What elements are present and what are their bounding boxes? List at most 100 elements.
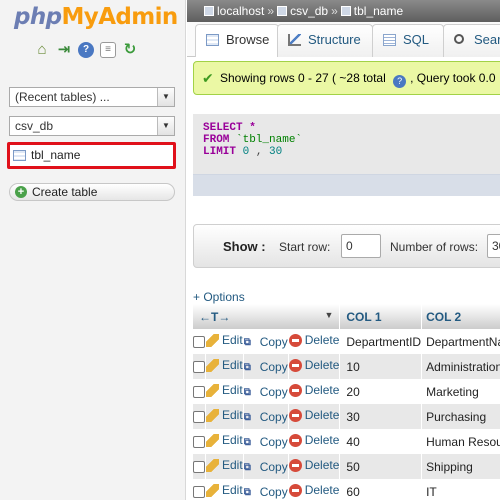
edit-button[interactable]: Edit [206,458,242,472]
reload-icon[interactable]: ↻ [122,42,138,58]
cell-col2[interactable]: Human Resources [421,429,500,454]
copy-icon: ⧉ [243,461,251,473]
delete-label: Delete [304,358,340,373]
help-icon[interactable]: ? [78,42,94,58]
table-row: Edit⧉ Copy DeleteDepartmentIDDepartmentNam… [193,329,500,354]
edit-button[interactable]: Edit [206,358,242,372]
sort-down-icon[interactable]: ▼ [324,310,333,320]
row-checkbox-cell [193,379,206,404]
copy-cell: ⧉ Copy [243,404,289,429]
options-link[interactable]: + Options [193,290,245,304]
copy-label: Copy [259,410,288,425]
copy-cell: ⧉ Copy [243,354,289,379]
cell-col1[interactable]: 20 [339,379,423,404]
docs-icon[interactable]: ≡ [100,42,116,58]
sidebar-item-table[interactable]: tbl_name [7,142,176,169]
copy-button[interactable]: ⧉ Copy [244,385,288,399]
copy-button[interactable]: ⧉ Copy [244,485,288,499]
delete-button[interactable]: Delete [288,408,340,423]
row-checkbox[interactable] [193,336,205,349]
delete-button[interactable]: Delete [288,433,339,447]
copy-button[interactable]: ⧉ Copy [244,460,288,474]
edit-button[interactable]: Edit [206,483,242,497]
cell-col1[interactable]: 30 [339,404,423,429]
cell-col2[interactable]: IT [421,479,500,500]
breadcrumb-server[interactable]: localhost [217,4,264,18]
delete-cell: Delete [288,429,341,454]
sidebar-item-label: tbl_name [31,148,81,162]
cell-col2[interactable]: Marketing [421,379,500,404]
breadcrumb-db[interactable]: csv_db [290,4,328,18]
column-arrows[interactable]: ←T→ [193,310,230,324]
table-icon [13,150,26,161]
cell-col1[interactable]: 40 [339,429,423,454]
tab-structure[interactable]: Structure [277,24,373,57]
delete-button[interactable]: Delete [288,458,340,473]
tab-search[interactable]: Search [443,24,500,57]
recent-tables-select[interactable]: (Recent tables) ... ▼ [9,87,175,107]
delete-button[interactable]: Delete [288,483,339,497]
delete-button[interactable]: Delete [288,333,339,347]
cell-col2[interactable]: Purchasing [421,404,500,429]
delete-icon [288,358,302,372]
phpmyadmin-logo[interactable]: phpMyAdmin [14,3,178,31]
delete-cell: Delete [288,454,341,479]
home-icon[interactable]: ⌂ [34,42,50,58]
results-table: ←T→ ▼ COL 1 COL 2 Edit ⧉ Copy Delete Departm… [193,304,500,500]
edit-label: Edit [222,333,243,348]
row-navigation-bar: Show : Start row: 0 Number of rows: 30 [193,224,500,268]
breadcrumb: localhost» csv_db» tbl_name [187,0,500,22]
copy-icon: ⧉ [243,386,251,398]
copy-button[interactable]: ⧉ Copy [244,435,288,449]
server-icon [204,6,214,16]
row-checkbox[interactable] [193,461,205,474]
edit-button[interactable]: Edit [206,333,243,348]
edit-button[interactable]: Edit [206,408,242,422]
delete-button[interactable]: Delete [288,358,340,373]
edit-button[interactable]: Edit [206,383,242,397]
cell-col1[interactable]: 10 [339,354,423,379]
delete-label: Delete [304,408,340,423]
row-checkbox[interactable] [193,386,205,399]
tab-browse[interactable]: Browse [195,24,279,57]
delete-button[interactable]: Delete [288,383,339,397]
delete-label: Delete [304,458,340,473]
copy-button[interactable]: ⧉ Copy [244,360,288,374]
exit-icon[interactable]: ⇥ [56,42,72,58]
row-checkbox[interactable] [193,486,205,499]
help-icon[interactable]: ? [393,75,407,88]
cell-col2[interactable]: DepartmentName [421,329,500,354]
num-rows-input[interactable]: 30 [487,234,500,258]
table-row: Edit ⧉ Copy Delete 20 Marketing [193,379,500,404]
copy-icon: ⧉ [243,361,251,373]
breadcrumb-table[interactable]: tbl_name [354,4,403,18]
cell-col1[interactable]: 50 [339,454,423,479]
cell-col1[interactable]: 60 [339,479,423,500]
database-icon [277,6,288,16]
database-value: csv_db [15,119,54,133]
copy-icon: ⧉ [243,436,251,448]
column-header-col1[interactable]: COL 1 [339,304,423,329]
row-checkbox[interactable] [193,411,205,424]
create-table-button[interactable]: + Create table [9,183,175,201]
tab-label: Search [474,32,500,47]
tab-sql[interactable]: SQL [372,24,444,57]
cell-col1[interactable]: DepartmentID [339,329,423,354]
delete-icon [288,458,302,472]
sql-code: SELECT * FROM `tbl_name` LIMIT 0 , 30 [193,114,500,174]
column-header-col2[interactable]: COL 2 [421,304,500,329]
copy-button[interactable]: ⧉ Copy [244,335,288,349]
chevron-down-icon[interactable]: ▼ [157,117,174,135]
copy-button[interactable]: ⧉ Copy [244,410,288,424]
edit-cell: Edit [205,429,244,454]
start-row-input[interactable]: 0 [341,234,381,258]
database-select[interactable]: csv_db ▼ [9,116,175,136]
chevron-down-icon[interactable]: ▼ [157,88,174,106]
cell-col2[interactable]: Administration [421,354,500,379]
copy-icon: ⧉ [243,486,251,498]
cell-col2[interactable]: Shipping [421,454,500,479]
row-checkbox[interactable] [193,361,205,374]
show-button[interactable]: Show : [223,239,266,254]
edit-button[interactable]: Edit [206,433,242,447]
row-checkbox[interactable] [193,436,205,449]
